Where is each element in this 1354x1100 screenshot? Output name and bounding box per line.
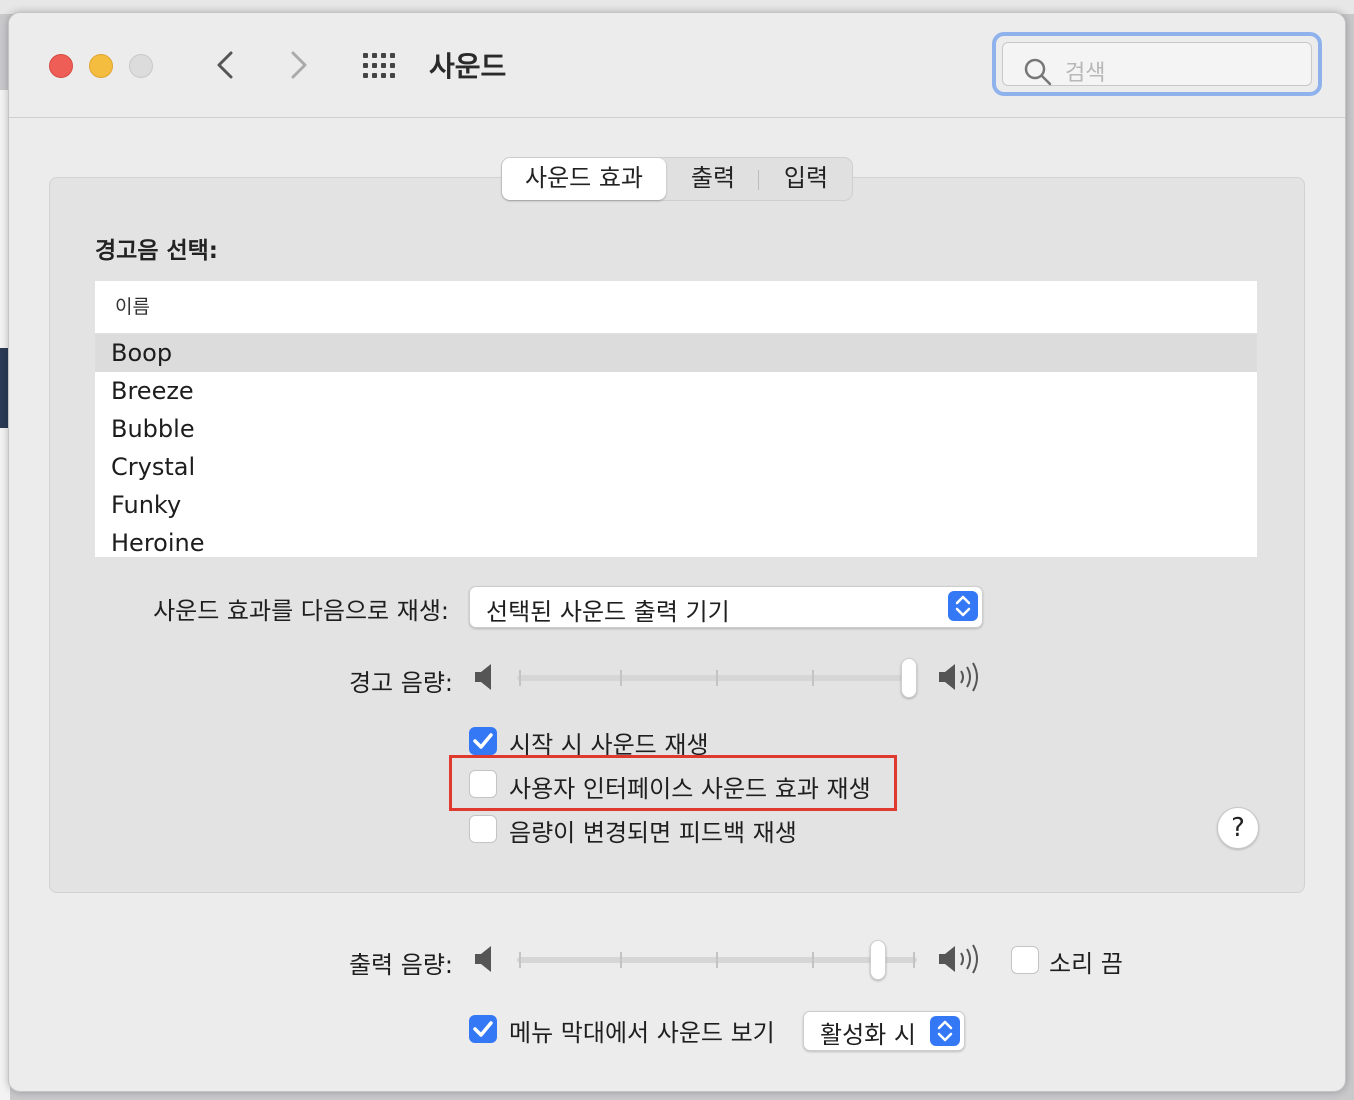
show-in-menu-bar-label[interactable]: 메뉴 막대에서 사운드 보기 [509, 1013, 775, 1048]
close-button[interactable] [49, 54, 73, 78]
ui-sound-effects-checkbox[interactable] [469, 770, 497, 798]
tab-sound-effects[interactable]: 사운드 효과 [502, 158, 666, 200]
alert-sound-list[interactable]: 이름 Boop Breeze Bubble Crystal Funky Hero… [95, 281, 1257, 557]
checkmark-icon [473, 733, 493, 749]
search-box[interactable]: 검색 [1002, 42, 1312, 86]
tab-bar: 사운드 효과 출력 입력 [501, 157, 853, 201]
play-through-label: 사운드 효과를 다음으로 재생: [153, 597, 449, 625]
grid-icon [363, 53, 395, 78]
slider-tick [812, 670, 814, 686]
up-down-arrows-icon [930, 1016, 960, 1046]
startup-sound-checkbox[interactable] [469, 727, 497, 755]
alert-sound-label: 경고음 선택: [95, 238, 219, 264]
show-in-menu-bar-checkbox[interactable] [469, 1015, 497, 1043]
zoom-button[interactable] [129, 54, 153, 78]
speaker-low-icon [475, 664, 491, 690]
alert-volume-thumb[interactable] [901, 658, 917, 698]
output-volume-thumb[interactable] [870, 940, 886, 980]
chevron-right-icon [291, 51, 307, 79]
menu-bar-option-popup[interactable]: 활성화 시 [803, 1011, 965, 1051]
search-field[interactable]: 검색 [992, 32, 1322, 96]
menu-bar-option-value: 활성화 시 [820, 1021, 916, 1049]
slider-tick [812, 952, 814, 968]
slider-tick [519, 952, 521, 968]
alert-volume-label: 경고 음량: [348, 669, 453, 697]
speaker-high-icon [939, 662, 978, 692]
title-bar: 사운드 검색 [9, 13, 1345, 118]
forward-button[interactable] [279, 47, 319, 83]
tab-output[interactable]: 출력 [668, 158, 758, 200]
search-icon [1024, 58, 1052, 86]
speaker-low-icon [475, 946, 491, 972]
window-title: 사운드 [429, 50, 507, 83]
column-header-name[interactable]: 이름 [95, 281, 1257, 334]
volume-feedback-label[interactable]: 음량이 변경되면 피드백 재생 [509, 813, 797, 848]
slider-tick [913, 952, 915, 968]
play-through-value: 선택된 사운드 출력 기기 [486, 598, 730, 626]
list-item[interactable]: Bubble [95, 410, 1257, 448]
list-item[interactable]: Heroine [95, 524, 1257, 557]
play-through-popup[interactable]: 선택된 사운드 출력 기기 [469, 586, 983, 628]
help-button[interactable]: ? [1217, 807, 1259, 849]
output-volume-slider[interactable] [517, 940, 917, 980]
list-item[interactable]: Boop [95, 334, 1257, 372]
list-item[interactable]: Breeze [95, 372, 1257, 410]
checkmark-icon [473, 1021, 493, 1037]
mute-label[interactable]: 소리 끔 [1049, 944, 1123, 979]
slider-tick [620, 952, 622, 968]
tab-separator [758, 170, 759, 190]
slider-tick [716, 952, 718, 968]
list-item[interactable]: Crystal [95, 448, 1257, 486]
sound-preferences-window: 사운드 검색 사운드 효과 출력 입력 경고음 선택: 이름 Boop Bree… [8, 12, 1346, 1092]
list-item[interactable]: Funky [95, 486, 1257, 524]
minimize-button[interactable] [89, 54, 113, 78]
slider-tick [716, 670, 718, 686]
slider-tick [620, 670, 622, 686]
output-volume-label: 출력 음량: [348, 951, 453, 979]
search-placeholder: 검색 [1065, 61, 1106, 86]
ui-sound-effects-label[interactable]: 사용자 인터페이스 사운드 효과 재생 [509, 769, 871, 804]
volume-feedback-checkbox[interactable] [469, 815, 497, 843]
back-button[interactable] [205, 47, 245, 83]
mute-checkbox[interactable] [1011, 946, 1039, 974]
chevron-left-icon [217, 51, 233, 79]
alert-volume-slider[interactable] [517, 658, 917, 698]
show-all-button[interactable] [359, 51, 403, 81]
speaker-high-icon [939, 944, 978, 974]
tab-input[interactable]: 입력 [760, 158, 852, 200]
up-down-arrows-icon [948, 591, 978, 621]
slider-tick [519, 670, 521, 686]
